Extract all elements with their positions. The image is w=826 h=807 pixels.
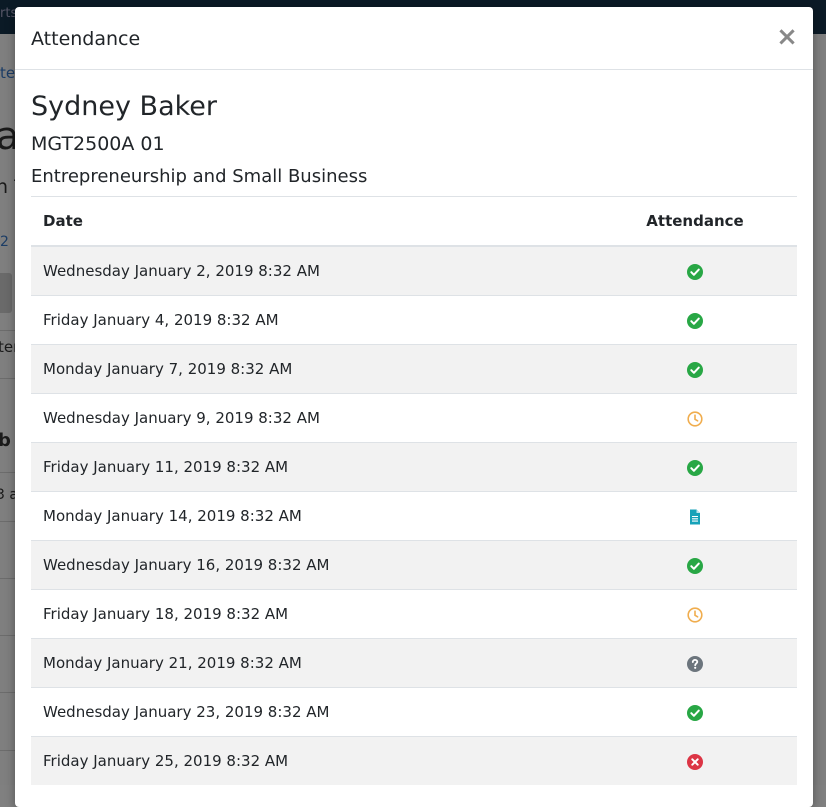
table-row: Wednesday January 16, 2019 8:32 AM	[31, 540, 797, 590]
table-row: Friday January 11, 2019 8:32 AM	[31, 442, 797, 492]
modal-title: Attendance	[31, 28, 141, 50]
table-row: Monday January 21, 2019 8:32 AM	[31, 638, 797, 688]
attendance-table: Date Attendance Wednesday January 2, 201…	[31, 196, 797, 785]
check-circle-icon	[687, 361, 703, 378]
table-row: Wednesday January 2, 2019 8:32 AM	[31, 245, 797, 296]
table-row: Monday January 7, 2019 8:32 AM	[31, 344, 797, 394]
attendance-status-cell	[593, 393, 797, 443]
close-button[interactable]: ×	[775, 23, 799, 51]
attendance-status-cell	[593, 736, 797, 785]
attendance-status-cell	[593, 344, 797, 394]
attendance-column-header: Attendance	[593, 196, 797, 247]
table-row: Wednesday January 9, 2019 8:32 AM	[31, 393, 797, 443]
attendance-status-cell	[593, 491, 797, 541]
attendance-status-cell	[593, 442, 797, 492]
background-divider	[0, 330, 15, 331]
attendance-status-cell	[593, 540, 797, 590]
background-divider	[0, 521, 15, 522]
table-header-row: Date Attendance	[31, 196, 797, 247]
table-row: Wednesday January 23, 2019 8:32 AM	[31, 687, 797, 737]
document-icon	[687, 509, 703, 525]
background-divider	[0, 578, 15, 579]
student-name: Sydney Baker	[31, 91, 217, 122]
check-circle-icon	[687, 263, 703, 280]
table-row: Monday January 14, 2019 8:32 AM	[31, 491, 797, 541]
attendance-date: Friday January 11, 2019 8:32 AM	[31, 442, 593, 492]
background-breadcrumb-fragment: te	[0, 64, 16, 82]
attendance-date: Wednesday January 2, 2019 8:32 AM	[31, 245, 593, 296]
table-row: Friday January 4, 2019 8:32 AM	[31, 295, 797, 345]
times-circle-icon	[687, 753, 703, 770]
background-button-fragment	[0, 273, 12, 313]
attendance-date: Wednesday January 16, 2019 8:32 AM	[31, 540, 593, 590]
background-divider	[0, 692, 15, 693]
attendance-date: Monday January 7, 2019 8:32 AM	[31, 344, 593, 394]
background-divider	[0, 378, 15, 379]
attendance-date: Wednesday January 9, 2019 8:32 AM	[31, 393, 593, 443]
background-link-fragment: 2	[0, 234, 9, 250]
attendance-date: Friday January 4, 2019 8:32 AM	[31, 295, 593, 345]
attendance-status-cell	[593, 687, 797, 737]
attendance-status-cell	[593, 589, 797, 639]
clock-icon	[687, 410, 703, 427]
modal-body: Sydney Baker MGT2500A 01 Entrepreneurshi…	[31, 77, 797, 785]
attendance-date: Friday January 25, 2019 8:32 AM	[31, 736, 593, 785]
attendance-date: Wednesday January 23, 2019 8:32 AM	[31, 687, 593, 737]
date-column-header: Date	[31, 196, 593, 247]
attendance-status-cell	[593, 245, 797, 296]
check-circle-icon	[687, 704, 703, 721]
course-code: MGT2500A 01	[31, 133, 165, 155]
modal-header: Attendance ×	[15, 7, 813, 70]
background-divider	[0, 635, 15, 636]
attendance-status-cell	[593, 638, 797, 688]
check-circle-icon	[687, 312, 703, 329]
course-name: Entrepreneurship and Small Business	[31, 166, 368, 187]
attendance-date: Monday January 21, 2019 8:32 AM	[31, 638, 593, 688]
attendance-date: Friday January 18, 2019 8:32 AM	[31, 589, 593, 639]
attendance-date: Monday January 14, 2019 8:32 AM	[31, 491, 593, 541]
check-circle-icon	[687, 557, 703, 574]
table-row: Friday January 18, 2019 8:32 AM	[31, 589, 797, 639]
table-row: Friday January 25, 2019 8:32 AM	[31, 736, 797, 785]
question-circle-icon	[687, 655, 703, 672]
check-circle-icon	[687, 459, 703, 476]
attendance-modal: Attendance × Sydney Baker MGT2500A 01 En…	[15, 7, 813, 807]
attendance-status-cell	[593, 295, 797, 345]
clock-icon	[687, 606, 703, 623]
background-divider	[0, 472, 15, 473]
background-divider	[0, 750, 15, 751]
